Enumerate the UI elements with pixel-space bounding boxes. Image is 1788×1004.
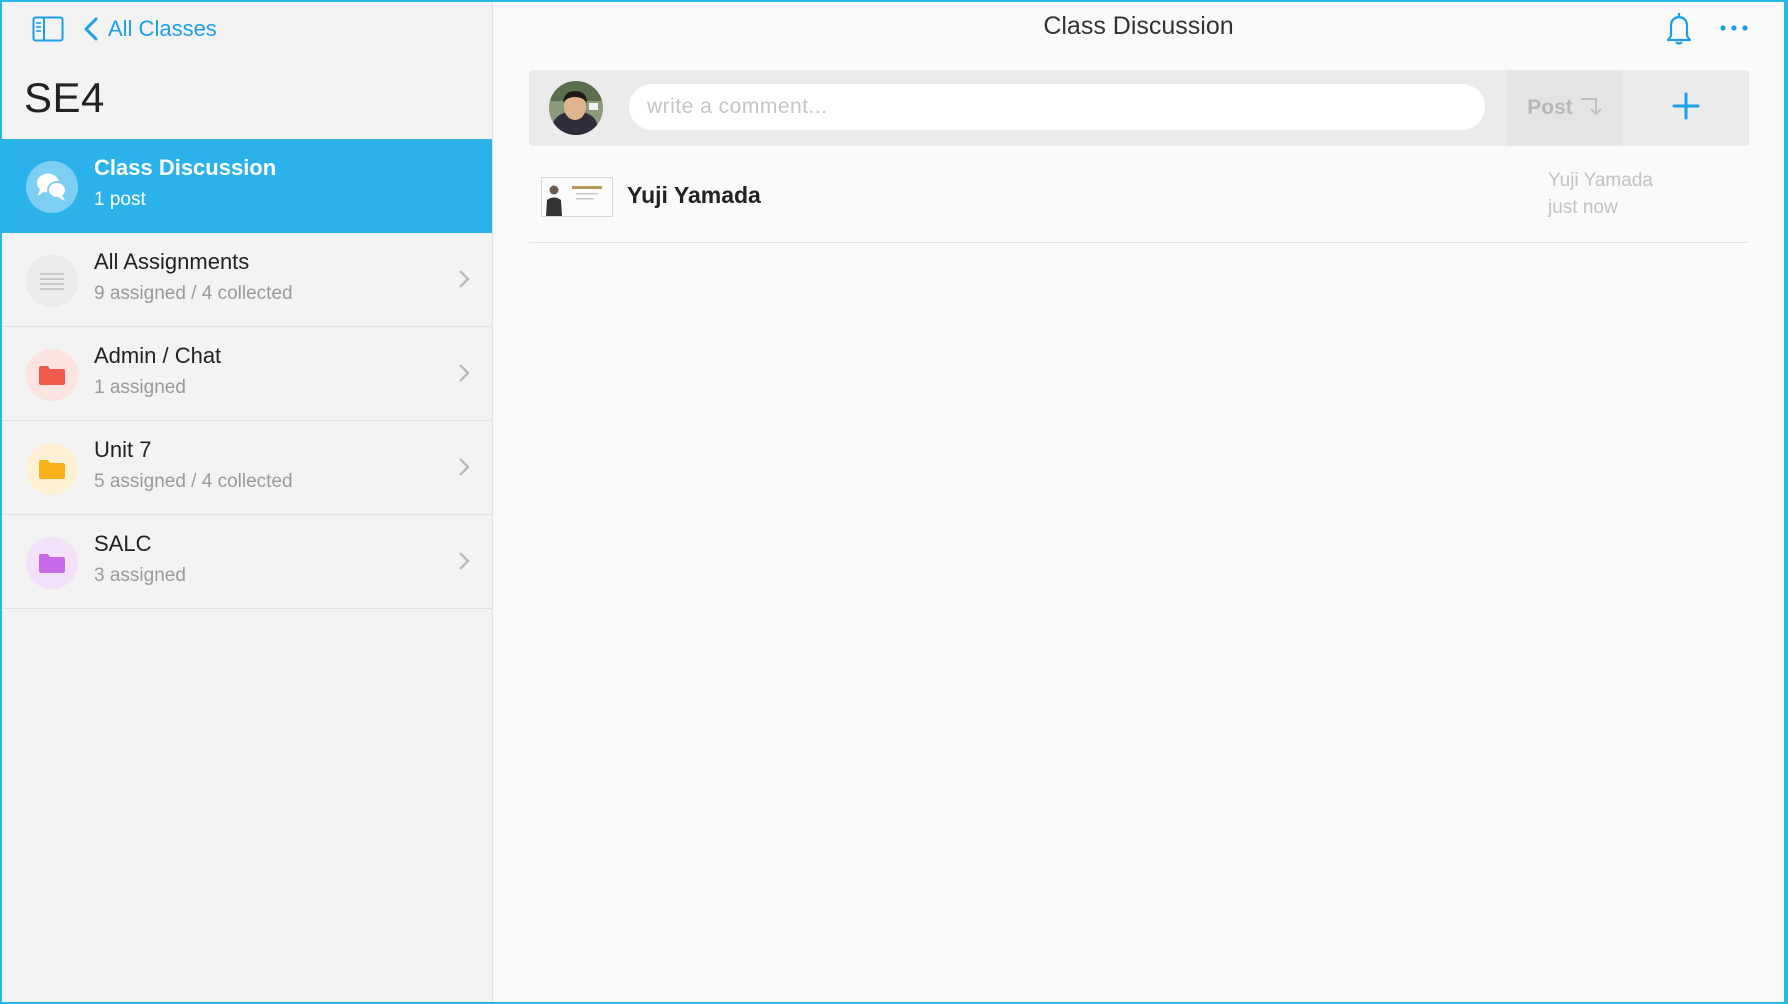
post-thumbnail [541,177,613,217]
folder-icon [26,443,78,495]
post-button-label: Post [1527,96,1573,119]
discussion-panel: Class Discussion write a comment... Post… [493,2,1784,1002]
post-meta-author: Yuji Yamada [1548,170,1653,191]
class-title: SE4 [24,74,105,121]
folder-icon [26,349,78,401]
list-icon [26,255,78,307]
chevron-right-icon [458,551,470,571]
post-button[interactable]: Post [1507,70,1623,146]
sidebar-item-salc[interactable]: SALC 3 assigned [2,515,492,609]
sidebar-item-subtitle: 1 assigned [94,377,186,398]
more-options-icon[interactable] [1719,18,1749,38]
sidebar-item-admin-chat[interactable]: Admin / Chat 1 assigned [2,327,492,421]
chevron-right-icon [458,457,470,477]
post-timestamp: just now [1548,197,1618,218]
post-author: Yuji Yamada [627,182,761,208]
bell-icon[interactable] [1663,12,1695,46]
sidebar-menu: Class Discussion 1 post All Assignments … [2,139,492,609]
post-item[interactable]: Yuji Yamada Yuji Yamada just now [529,158,1749,243]
sidebar-item-title: All Assignments [94,249,250,274]
avatar[interactable] [549,81,603,135]
back-link-label: All Classes [108,16,217,41]
comment-composer: Post [529,70,1749,146]
sidebar-item-title: Admin / Chat [94,343,222,368]
app-window: All Classes SE4 Class Discussion 1 post [2,2,1784,1002]
return-arrow-icon [1579,95,1603,122]
plus-icon [1671,91,1701,126]
chat-bubbles-icon [26,161,78,213]
sidebar-item-title: Unit 7 [94,437,152,462]
page-title: Class Discussion [1043,12,1234,40]
sidebar-item-unit-7[interactable]: Unit 7 5 assigned / 4 collected [2,421,492,515]
sidebar-item-subtitle: 9 assigned / 4 collected [94,283,293,304]
sidebar-item-subtitle: 5 assigned / 4 collected [94,471,293,492]
sidebar-item-subtitle: 1 post [94,189,146,210]
add-attachment-button[interactable] [1623,70,1749,146]
sidebar: All Classes SE4 Class Discussion 1 post [2,2,493,1002]
sidebar-item-title: SALC [94,531,152,556]
folder-icon [26,537,78,589]
sidebar-item-title: Class Discussion [94,155,277,180]
sidebar-toggle-icon[interactable] [32,16,64,42]
sidebar-item-class-discussion[interactable]: Class Discussion 1 post [2,139,492,233]
sidebar-item-all-assignments[interactable]: All Assignments 9 assigned / 4 collected [2,233,492,327]
sidebar-toolbar: All Classes [2,2,492,54]
back-to-all-classes-link[interactable]: All Classes [82,12,217,46]
comment-input[interactable] [629,84,1485,130]
sidebar-item-subtitle: 3 assigned [94,565,186,586]
chevron-left-icon [82,16,100,42]
chevron-right-icon [458,363,470,383]
chevron-right-icon [458,269,470,289]
